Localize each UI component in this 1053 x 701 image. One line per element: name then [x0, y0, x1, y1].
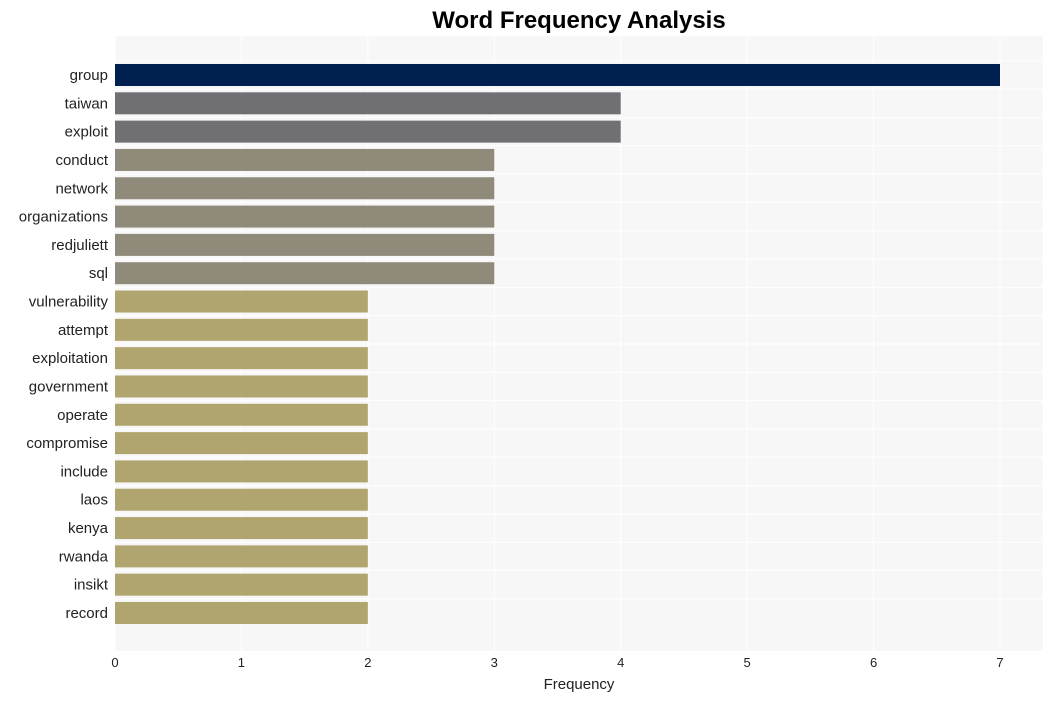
bar-exploit	[115, 120, 621, 143]
x-tick-label: 2	[364, 655, 371, 670]
y-tick-label: rwanda	[59, 548, 109, 565]
bar-group	[115, 64, 1000, 86]
bar-attempt	[115, 318, 368, 341]
word-frequency-chart: Word Frequency Analysis group taiwan explo…	[19, 7, 1043, 693]
bar-organizations	[115, 205, 495, 228]
bar-operate	[115, 403, 368, 426]
y-tick-label: network	[55, 180, 108, 197]
bar-sql	[115, 262, 495, 285]
bar-taiwan	[115, 92, 621, 115]
bar-network	[115, 177, 495, 200]
y-tick-label: conduct	[55, 152, 108, 169]
y-tick-label: organizations	[19, 209, 108, 226]
y-tick-label: operate	[57, 407, 108, 424]
y-tick-label: include	[60, 463, 108, 480]
x-tick-label: 0	[111, 655, 118, 670]
bar-rwanda	[115, 545, 368, 568]
bar-record	[115, 602, 368, 624]
bar-kenya	[115, 517, 368, 540]
x-tick-labels: 0 1 2 3 4 5 6 7	[111, 655, 1003, 670]
y-tick-label: attempt	[58, 322, 109, 339]
y-tick-label: record	[65, 605, 108, 622]
bar-include	[115, 460, 368, 483]
y-tick-label: sql	[89, 265, 108, 282]
y-tick-label: exploit	[65, 124, 109, 141]
y-tick-label: compromise	[26, 435, 108, 452]
y-tick-label: redjuliett	[51, 237, 109, 254]
y-tick-label: government	[29, 378, 109, 395]
bar-redjuliett	[115, 233, 495, 256]
bar-government	[115, 375, 368, 398]
bar-compromise	[115, 432, 368, 455]
x-tick-label: 6	[870, 655, 877, 670]
x-tick-label: 1	[238, 655, 245, 670]
y-tick-label: kenya	[68, 520, 109, 537]
x-tick-label: 4	[617, 655, 624, 670]
bar-insikt	[115, 573, 368, 596]
x-tick-label: 7	[996, 655, 1003, 670]
x-axis-label: Frequency	[544, 676, 615, 693]
bar-conduct	[115, 148, 495, 171]
y-tick-label: vulnerability	[29, 294, 109, 311]
y-tick-labels: group taiwan exploit conduct network organiza…	[19, 67, 109, 622]
y-tick-label: group	[70, 67, 108, 84]
y-tick-label: laos	[80, 492, 108, 509]
bar-exploitation	[115, 347, 368, 370]
y-tick-label: insikt	[74, 577, 109, 594]
y-tick-label: exploitation	[32, 350, 108, 367]
bar-vulnerability	[115, 290, 368, 313]
y-tick-label: taiwan	[65, 95, 108, 112]
bar-laos	[115, 488, 368, 511]
chart-title: Word Frequency Analysis	[432, 7, 725, 34]
x-tick-label: 5	[744, 655, 751, 670]
x-tick-label: 3	[491, 655, 498, 670]
